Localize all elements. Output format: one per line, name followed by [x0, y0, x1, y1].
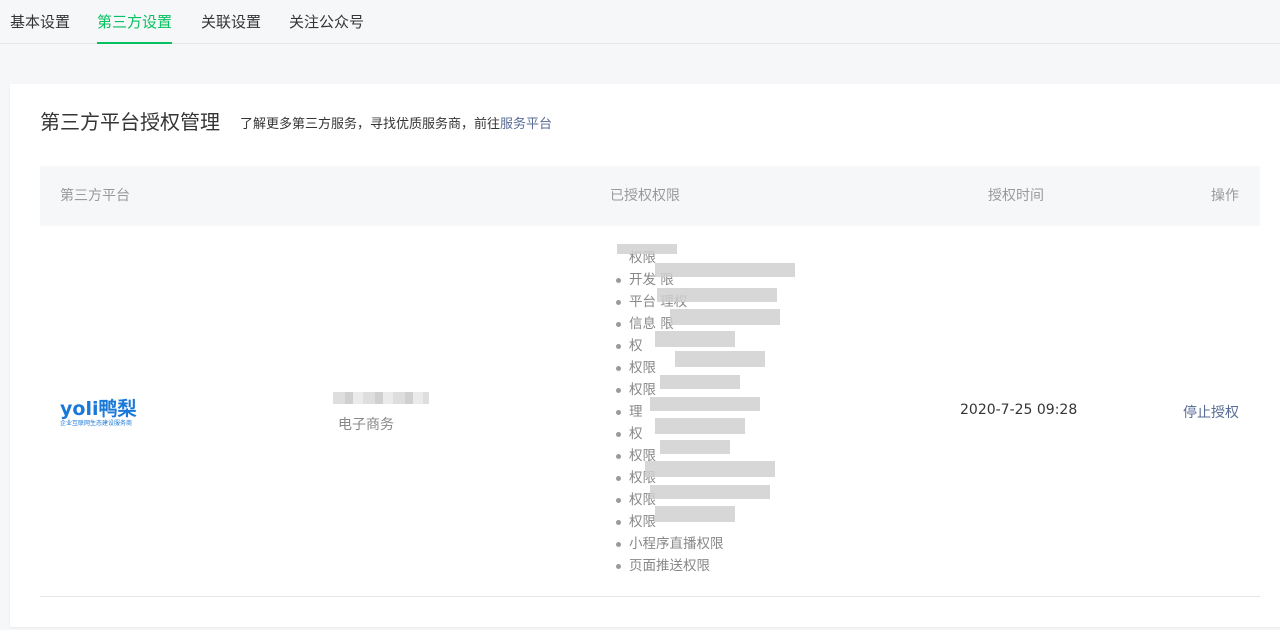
platform-category: 电子商务 — [338, 417, 394, 433]
section-description: 了解更多第三方服务，寻找优质服务商，前往服务平台 — [240, 113, 552, 132]
authorization-card: 第三方平台授权管理 了解更多第三方服务，寻找优质服务商，前往服务平台 第三方平台… — [10, 84, 1280, 627]
platform-logo: yoli鸭梨 企业互联网生态建设服务商 — [60, 394, 150, 430]
header-permissions: 已授权权限 — [610, 188, 680, 204]
table-header: 第三方平台 已授权权限 授权时间 操作 — [40, 166, 1260, 226]
tab-association-settings[interactable]: 关联设置 — [201, 0, 261, 43]
table-row: yoli鸭梨 企业互联网生态建设服务商 电子商务 权限 开发 限 平台 理权 信… — [40, 226, 1260, 597]
list-item: 页面推送权限 — [615, 555, 724, 577]
permissions-redaction — [615, 241, 795, 531]
platform-logo-subtext: 企业互联网生态建设服务商 — [60, 420, 133, 427]
section-description-text: 了解更多第三方服务，寻找优质服务商，前往 — [240, 117, 501, 132]
tab-basic-settings[interactable]: 基本设置 — [10, 0, 70, 43]
tab-follow-official-account[interactable]: 关注公众号 — [289, 0, 364, 43]
header-platform: 第三方平台 — [60, 188, 130, 204]
stop-authorization-button[interactable]: 停止授权 — [1183, 402, 1239, 422]
authorization-time: 2020-7-25 09:28 — [960, 402, 1078, 418]
service-platform-link[interactable]: 服务平台 — [500, 117, 552, 132]
top-tabs: 基本设置 第三方设置 关联设置 关注公众号 — [0, 0, 1280, 44]
section-title: 第三方平台授权管理 — [40, 110, 220, 134]
platform-logo-text: yoli鸭梨 — [60, 398, 137, 420]
list-item: 小程序直播权限 — [615, 533, 724, 555]
header-time: 授权时间 — [988, 188, 1044, 204]
tab-third-party-settings[interactable]: 第三方设置 — [97, 0, 173, 44]
header-action: 操作 — [1211, 188, 1239, 204]
platform-name-redacted — [333, 392, 429, 404]
